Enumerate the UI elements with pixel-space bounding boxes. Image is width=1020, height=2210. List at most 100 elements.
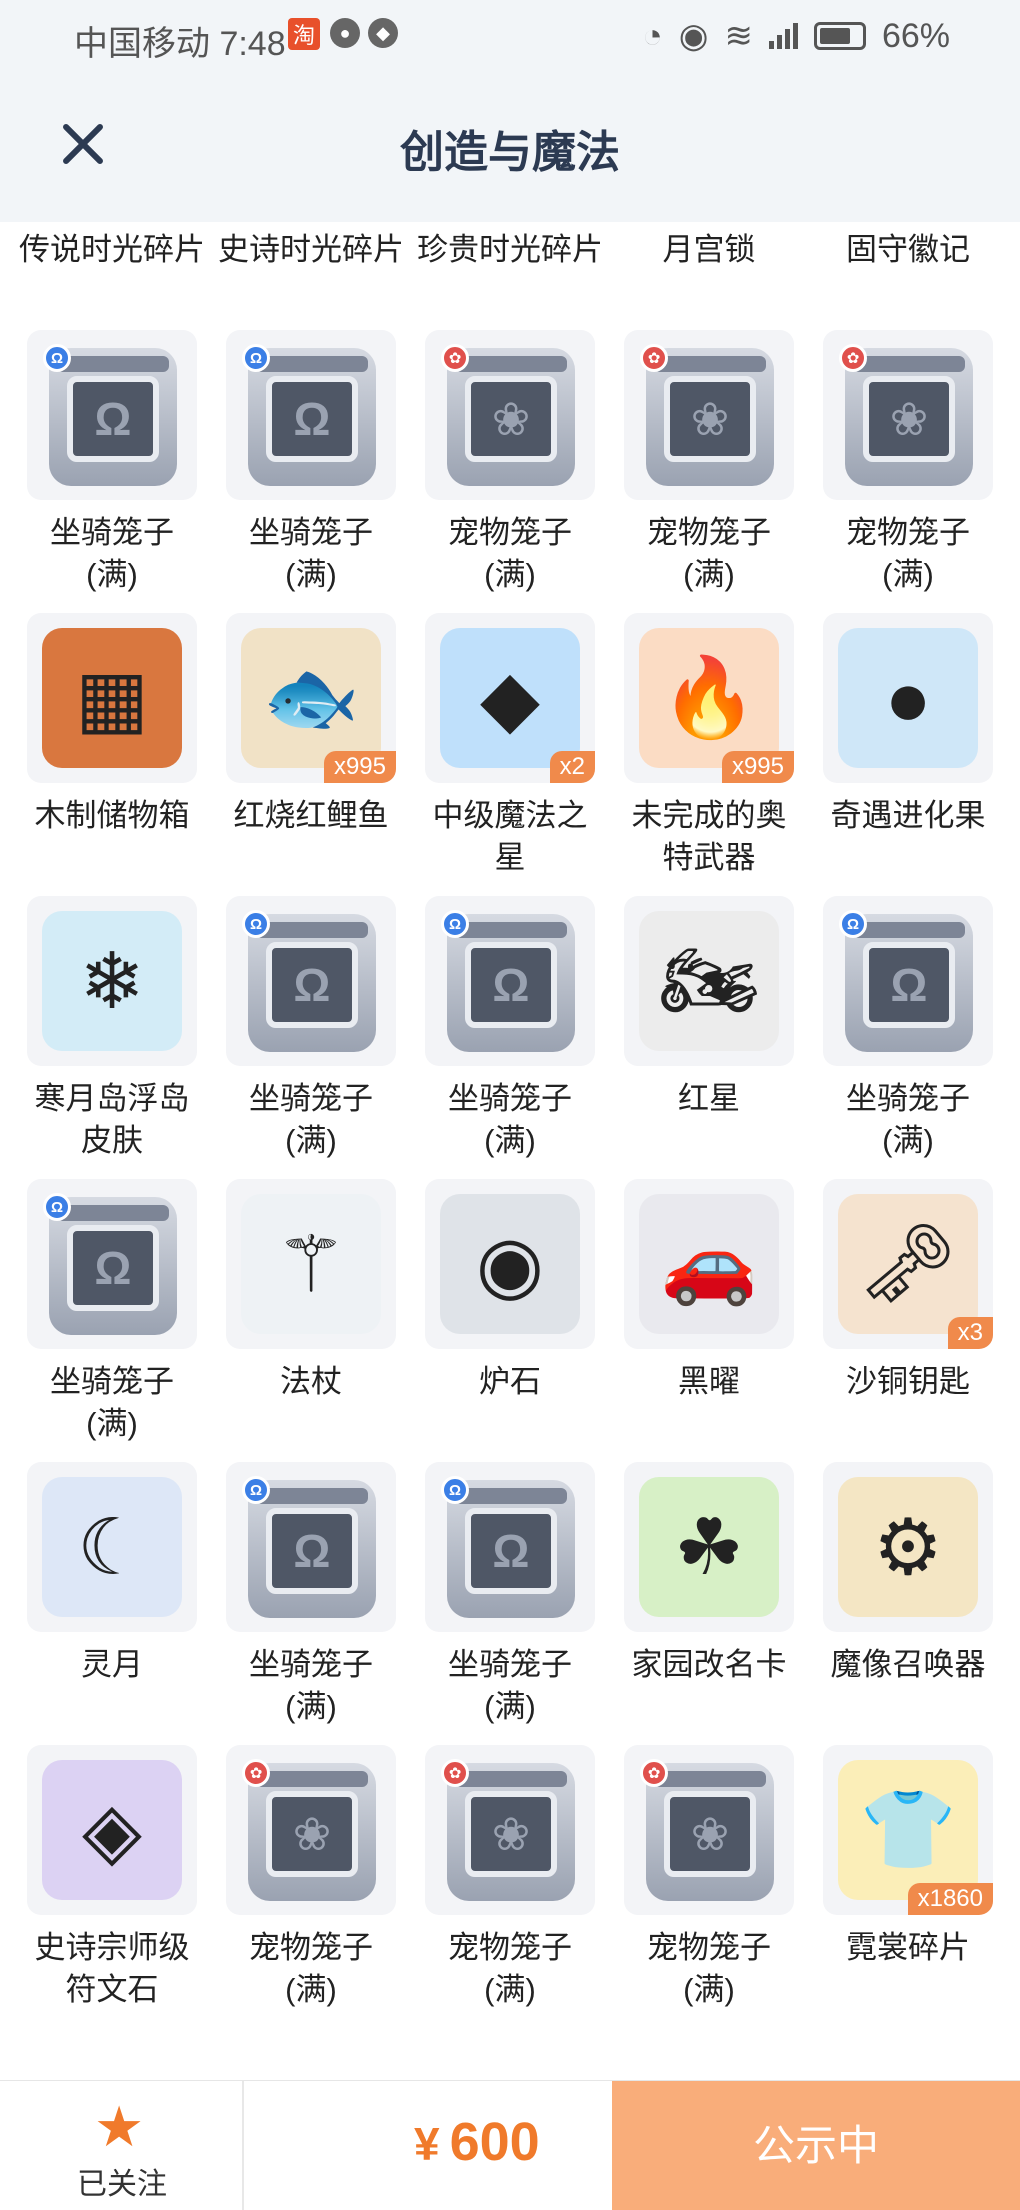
item-name: 寒月岛浮岛 皮肤 xyxy=(34,1081,190,1158)
item-thumbnail: ☾ xyxy=(27,1462,197,1632)
item-thumbnail: 🐟 x995 xyxy=(226,613,396,783)
taobao-icon: 淘 xyxy=(288,18,320,50)
top-bar: 中国移动 7:48 淘 ● ◆ ◔ ◉ ≋ 66% 创造与魔法 xyxy=(0,0,1020,222)
signal-icon xyxy=(768,23,798,49)
item-icon: 🚗 xyxy=(639,1194,779,1334)
item-thumbnail: ΩΩ xyxy=(425,896,595,1066)
item-icon: ⚚ xyxy=(241,1194,381,1334)
item-icon: 🐟 xyxy=(241,628,381,768)
item-name: 坐骑笼子 (满) xyxy=(50,515,174,592)
mount-type-icon: Ω xyxy=(242,1476,270,1504)
item-name: 坐骑笼子 (满) xyxy=(448,1647,572,1724)
item-thumbnail: ▦ xyxy=(27,613,197,783)
item-thumbnail: ΩΩ xyxy=(226,1462,396,1632)
quantity-badge: x995 xyxy=(721,751,794,783)
currency-symbol: ¥ xyxy=(414,2118,440,2170)
item-thumbnail: ❄ xyxy=(27,896,197,1066)
mount-cage-icon: Ω xyxy=(248,348,376,486)
item-icon: 🗝 xyxy=(838,1194,978,1334)
item-icon: ● xyxy=(838,628,978,768)
wifi-icon: ≋ xyxy=(724,17,753,55)
item-name: 宠物笼子 (满) xyxy=(647,515,771,592)
item-icon: ◉ xyxy=(440,1194,580,1334)
item-grid: ✦传说时光碎片✦x2史诗时光碎片✦x2珍贵时光碎片🔒x10月宫锁🛡x3固守徽记Ω… xyxy=(0,0,1020,2080)
item-thumbnail: ● xyxy=(823,613,993,783)
follow-button[interactable]: ★ 已关注 xyxy=(0,2081,244,2210)
item-name: 坐骑笼子 (满) xyxy=(249,515,373,592)
item-thumbnail: ✿ ❀ xyxy=(624,330,794,500)
pet-cage-icon: ❀ xyxy=(447,1763,575,1901)
item-icon: ◆ xyxy=(440,628,580,768)
item-thumbnail: ◉ xyxy=(425,1179,595,1349)
item-name: 坐骑笼子 (满) xyxy=(50,1364,174,1441)
item-thumbnail: ✿ ❀ xyxy=(226,1745,396,1915)
bottom-bar: ★ 已关注 ¥600 公示中 xyxy=(0,2080,1020,2210)
item-name: 宠物笼子 (满) xyxy=(249,1930,373,2007)
item-thumbnail: ✿ ❀ xyxy=(823,330,993,500)
quantity-badge: x2 xyxy=(549,751,595,783)
item-name: 红星 xyxy=(678,1081,740,1116)
mount-type-icon: Ω xyxy=(839,910,867,938)
pet-cage-icon: ❀ xyxy=(646,1763,774,1901)
item-thumbnail: 🔥 x995 xyxy=(624,613,794,783)
item-name: 史诗时光碎片 xyxy=(218,232,404,267)
item-icon: ▦ xyxy=(42,628,182,768)
quantity-badge: x1860 xyxy=(907,1883,993,1915)
mount-cage-icon: Ω xyxy=(49,1197,177,1335)
pet-cage-icon: ❀ xyxy=(248,1763,376,1901)
item-name: 炉石 xyxy=(479,1364,541,1399)
item-name: 坐骑笼子 (满) xyxy=(249,1647,373,1724)
follow-label: 已关注 xyxy=(77,2168,167,2201)
mount-cage-icon: Ω xyxy=(845,914,973,1052)
item-icon: 👕 xyxy=(838,1760,978,1900)
mount-type-icon: Ω xyxy=(441,910,469,938)
mount-type-icon: Ω xyxy=(43,344,71,372)
pet-type-icon: ✿ xyxy=(242,1759,270,1787)
item-thumbnail: ΩΩ xyxy=(27,330,197,500)
item-name: 月宫锁 xyxy=(662,232,756,267)
item-name: 传说时光碎片 xyxy=(19,232,205,267)
item-thumbnail: ✿ ❀ xyxy=(425,1745,595,1915)
star-icon: ★ xyxy=(94,2095,145,2158)
item-thumbnail: ☘ xyxy=(624,1462,794,1632)
item-name: 灵月 xyxy=(81,1647,143,1682)
item-thumbnail: ΩΩ xyxy=(27,1179,197,1349)
publicity-status-button[interactable]: 公示中 xyxy=(612,2081,1020,2210)
item-thumbnail: ΩΩ xyxy=(226,330,396,500)
item-icon: ❄ xyxy=(42,911,182,1051)
pet-type-icon: ✿ xyxy=(640,344,668,372)
item-name: 未完成的奥 特武器 xyxy=(631,798,787,875)
item-icon: ☘ xyxy=(639,1477,779,1617)
item-icon: ⚙ xyxy=(838,1477,978,1617)
item-name: 中级魔法之 星 xyxy=(432,798,588,875)
pet-cage-icon: ❀ xyxy=(845,348,973,486)
quantity-badge: x3 xyxy=(947,1317,993,1349)
item-name: 坐骑笼子 (满) xyxy=(448,1081,572,1158)
item-name: 霓裳碎片 xyxy=(846,1930,970,1965)
item-thumbnail: ◈ xyxy=(27,1745,197,1915)
item-name: 法杖 xyxy=(280,1364,342,1399)
quantity-badge: x995 xyxy=(323,751,396,783)
item-name: 家园改名卡 xyxy=(631,1647,787,1682)
item-name: 固守徽记 xyxy=(846,232,970,267)
price-value: 600 xyxy=(449,2112,540,2172)
mount-type-icon: Ω xyxy=(242,344,270,372)
app-notification-icon: ● xyxy=(330,18,360,48)
item-thumbnail: ◆ x2 xyxy=(425,613,595,783)
item-thumbnail: 👕 x1860 xyxy=(823,1745,993,1915)
mount-cage-icon: Ω xyxy=(447,1480,575,1618)
item-name: 史诗宗师级 符文石 xyxy=(34,1930,190,2007)
carrier-time: 中国移动 7:48 xyxy=(74,25,286,63)
mount-cage-icon: Ω xyxy=(447,914,575,1052)
status-right: ◔ ◉ ≋ 66% xyxy=(642,16,950,56)
mount-type-icon: Ω xyxy=(43,1193,71,1221)
item-thumbnail: 🗝 x3 xyxy=(823,1179,993,1349)
pet-cage-icon: ❀ xyxy=(646,348,774,486)
item-icon: ☾ xyxy=(42,1477,182,1617)
item-name: 红烧红鲤鱼 xyxy=(233,798,389,833)
item-thumbnail: ΩΩ xyxy=(823,896,993,1066)
mount-cage-icon: Ω xyxy=(248,1480,376,1618)
item-thumbnail: ⚚ xyxy=(226,1179,396,1349)
item-name: 宠物笼子 (满) xyxy=(846,515,970,592)
item-name: 坐骑笼子 (满) xyxy=(249,1081,373,1158)
